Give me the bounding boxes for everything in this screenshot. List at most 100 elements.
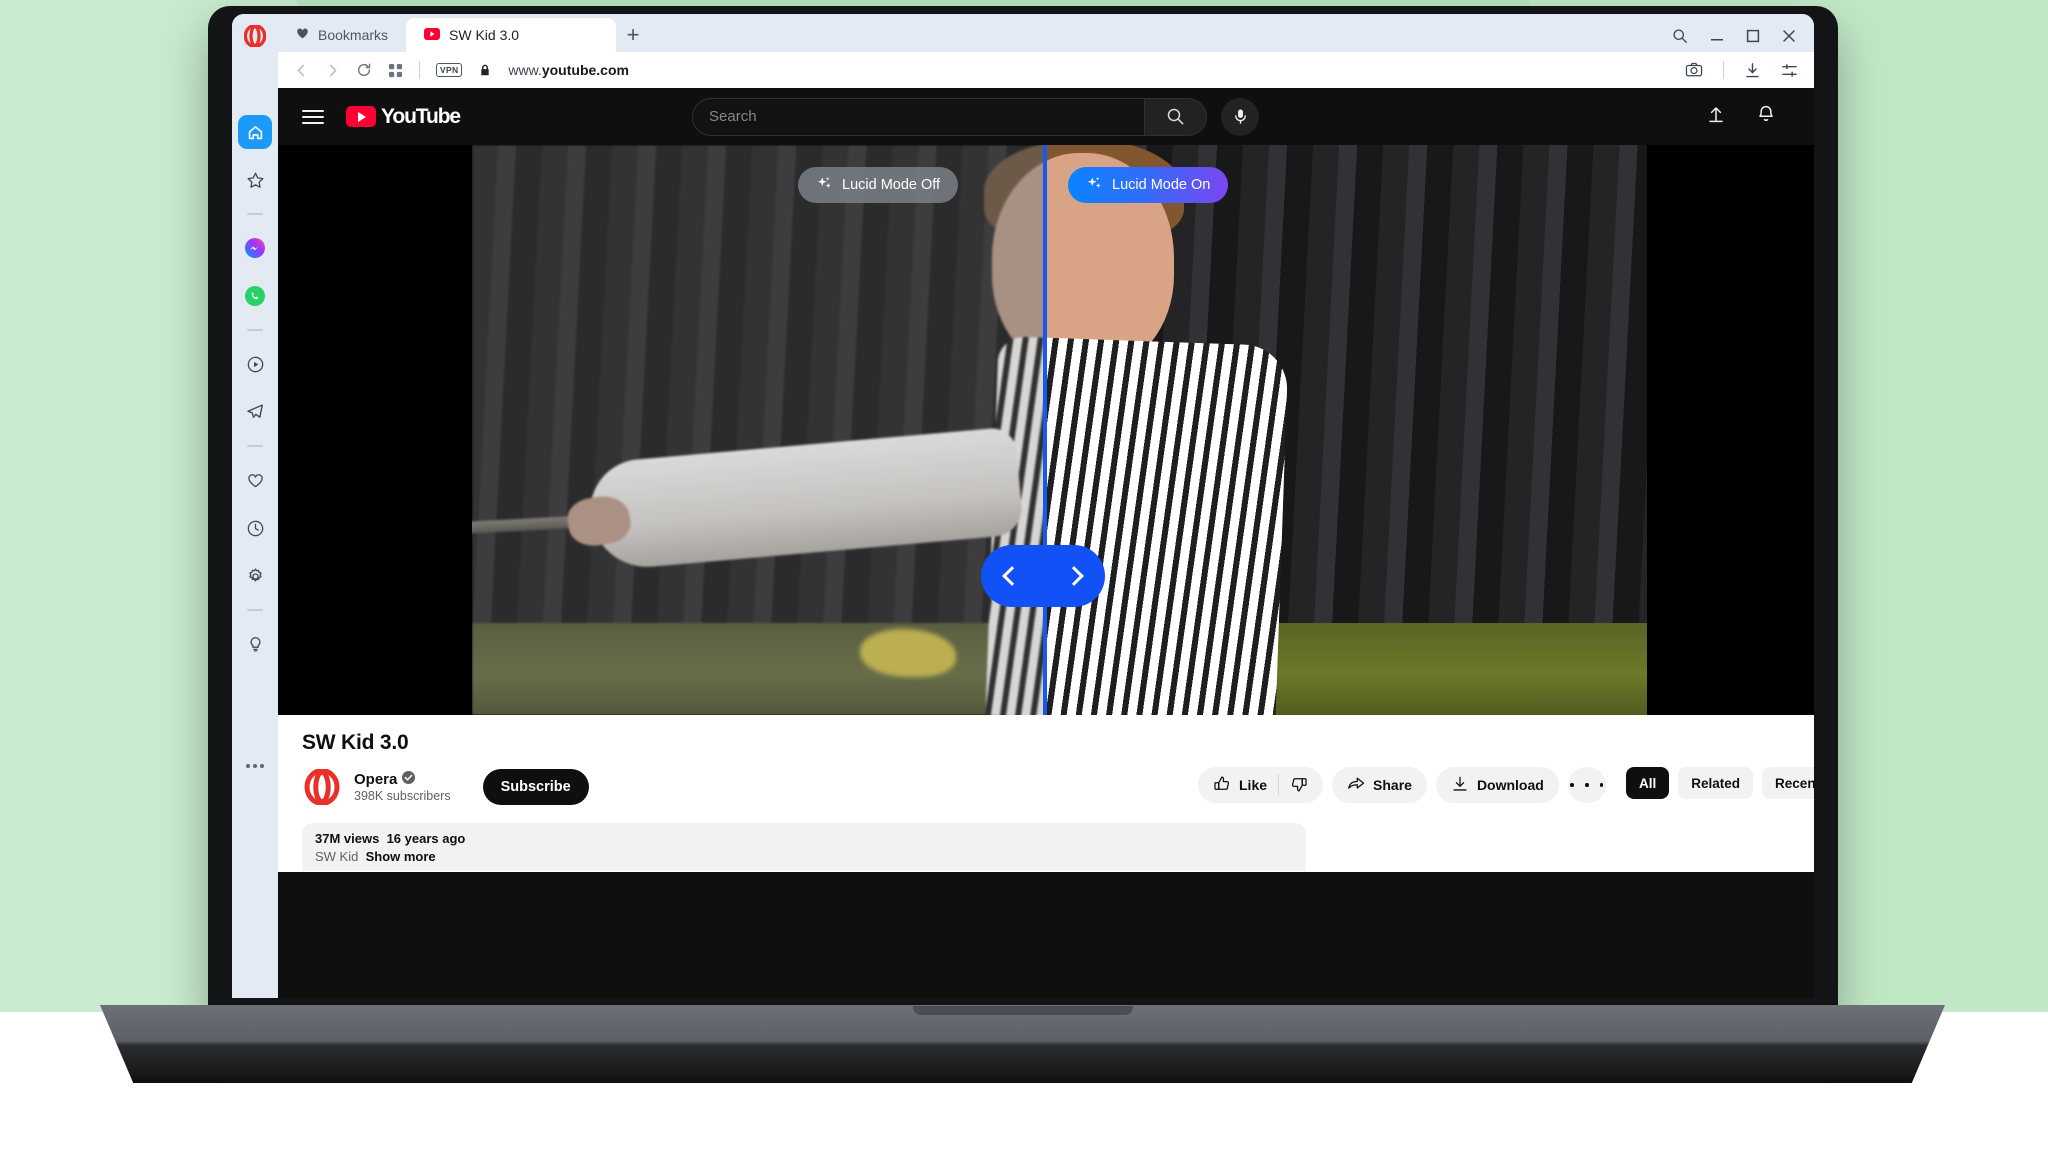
sidebar-item-settings[interactable] <box>238 559 272 593</box>
address-divider <box>419 61 420 79</box>
sidebar-item-whatsapp[interactable] <box>238 279 272 313</box>
easy-setup-icon[interactable] <box>1781 62 1798 79</box>
sidebar-item-favorites[interactable] <box>238 163 272 197</box>
sidebar-item-messenger[interactable] <box>238 231 272 265</box>
laptop-base <box>100 1005 1945 1083</box>
video-frame-enhanced <box>1043 145 1647 715</box>
youtube-page: YouTube Search Lucid Mode Off Lucid Mode… <box>278 88 1814 998</box>
youtube-search-group: Search <box>692 97 1260 136</box>
laptop-notch <box>912 1006 1133 1015</box>
lock-icon[interactable] <box>478 63 492 77</box>
thumbs-down-icon[interactable] <box>1290 775 1308 796</box>
like-label: Like <box>1239 777 1268 793</box>
youtube-favicon <box>424 27 441 43</box>
window-controls <box>1672 28 1814 52</box>
share-button[interactable]: Share <box>1332 767 1427 803</box>
sidebar-divider <box>247 609 263 611</box>
back-icon[interactable] <box>294 63 309 78</box>
chevron-right-icon[interactable] <box>1064 566 1084 586</box>
download-label: Download <box>1476 777 1544 793</box>
sidebar-item-history[interactable] <box>238 511 272 545</box>
forward-icon[interactable] <box>325 63 340 78</box>
description-body: SW Kid Show more <box>315 849 1293 864</box>
subscriber-count: 398K subscribers <box>354 789 451 803</box>
download-button[interactable]: Download <box>1435 767 1559 803</box>
reload-icon[interactable] <box>356 62 372 78</box>
thumbs-up-icon[interactable] <box>1213 775 1231 796</box>
action-divider <box>1278 774 1280 796</box>
close-icon[interactable] <box>1782 29 1796 43</box>
tab-bookmarks[interactable]: Bookmarks <box>278 18 406 52</box>
chip-all[interactable]: All <box>1626 767 1670 799</box>
address-bar: VPN www.youtube.com <box>278 52 1814 88</box>
youtube-header-actions <box>1706 104 1790 129</box>
verified-badge-icon <box>402 771 416 788</box>
video-half-before <box>472 145 1043 715</box>
subscribe-button[interactable]: Subscribe <box>482 769 589 805</box>
video-info-section: SW Kid 3.0 Opera 398K subscribers Subscr… <box>278 715 1814 872</box>
publish-date: 16 years ago <box>386 831 466 846</box>
more-horizontal-icon <box>1570 783 1574 787</box>
maximize-icon[interactable] <box>1746 29 1760 43</box>
comparison-divider <box>1043 145 1047 715</box>
download-icon[interactable] <box>1744 62 1761 79</box>
tab-sw-kid[interactable]: SW Kid 3.0 <box>406 18 617 52</box>
sidebar-item-home[interactable] <box>238 115 272 149</box>
channel-avatar[interactable] <box>302 767 342 807</box>
camera-icon[interactable] <box>1685 61 1703 79</box>
chip-recently-uploaded[interactable]: Recently uploaded <box>1762 767 1814 799</box>
sidebar-divider <box>247 213 263 215</box>
recommendation-filter-chips: All Related Recently uploaded Watched <box>1626 767 1814 799</box>
sidebar-item-tips[interactable] <box>238 627 272 661</box>
channel-name: Opera <box>354 771 398 788</box>
share-label: Share <box>1373 777 1412 793</box>
vpn-badge[interactable]: VPN <box>436 63 463 77</box>
channel-meta: Opera 398K subscribers <box>354 771 451 803</box>
heart-icon <box>296 27 309 43</box>
more-actions-button[interactable] <box>1567 767 1606 803</box>
search-input[interactable]: Search <box>692 97 1146 136</box>
lucid-mode-on-text: Lucid Mode On <box>1112 177 1211 193</box>
video-title: SW Kid 3.0 <box>302 731 409 754</box>
url-text[interactable]: www.youtube.com <box>508 62 629 78</box>
sidebar-item-player[interactable] <box>238 347 272 381</box>
youtube-logo-text: YouTube <box>381 104 461 128</box>
hamburger-menu-icon[interactable] <box>302 109 324 124</box>
video-description-box[interactable]: 37M views 16 years ago SW Kid Show more <box>302 823 1306 871</box>
video-half-after <box>1043 145 1647 715</box>
sidebar-item-telegram[interactable] <box>238 395 272 429</box>
new-tab-button[interactable]: + <box>616 18 650 52</box>
like-dislike-group[interactable]: Like <box>1198 767 1324 803</box>
channel-name-row[interactable]: Opera <box>354 771 451 788</box>
voice-search-button[interactable] <box>1221 97 1260 136</box>
lucid-mode-on-label[interactable]: Lucid Mode On <box>1068 167 1229 203</box>
opera-logo-icon[interactable] <box>243 23 267 52</box>
view-count: 37M views <box>315 831 380 846</box>
search-icon[interactable] <box>1672 28 1688 44</box>
upload-icon[interactable] <box>1706 104 1726 129</box>
video-player[interactable]: Lucid Mode Off Lucid Mode On <box>472 145 1647 715</box>
sidebar-item-pinboard[interactable] <box>238 463 272 497</box>
tab-label: Bookmarks <box>318 27 389 43</box>
youtube-logo[interactable]: YouTube <box>346 104 461 129</box>
search-submit-button[interactable] <box>1145 97 1208 136</box>
youtube-play-icon <box>346 106 376 127</box>
description-stats: 37M views 16 years ago <box>315 831 1293 846</box>
chevron-left-icon[interactable] <box>1002 566 1022 586</box>
lucid-mode-off-label[interactable]: Lucid Mode Off <box>798 167 959 203</box>
sparkle-icon <box>816 175 833 196</box>
sidebar-divider <box>247 329 263 331</box>
share-arrow-icon <box>1347 775 1365 796</box>
chip-related[interactable]: Related <box>1678 767 1754 799</box>
address-bar-actions <box>1685 61 1798 79</box>
youtube-header: YouTube Search <box>278 88 1814 145</box>
video-frame-unenhanced <box>472 145 1043 715</box>
sidebar-overflow-button[interactable] <box>246 764 264 768</box>
comparison-slider-handle[interactable] <box>981 545 1105 607</box>
speed-dial-icon[interactable] <box>388 63 403 78</box>
minimize-icon[interactable] <box>1710 29 1724 43</box>
notifications-bell-icon[interactable] <box>1756 104 1776 129</box>
video-stage: Lucid Mode Off Lucid Mode On <box>278 145 1814 715</box>
lucid-mode-off-text: Lucid Mode Off <box>842 177 941 193</box>
show-more-button[interactable]: Show more <box>366 849 436 864</box>
